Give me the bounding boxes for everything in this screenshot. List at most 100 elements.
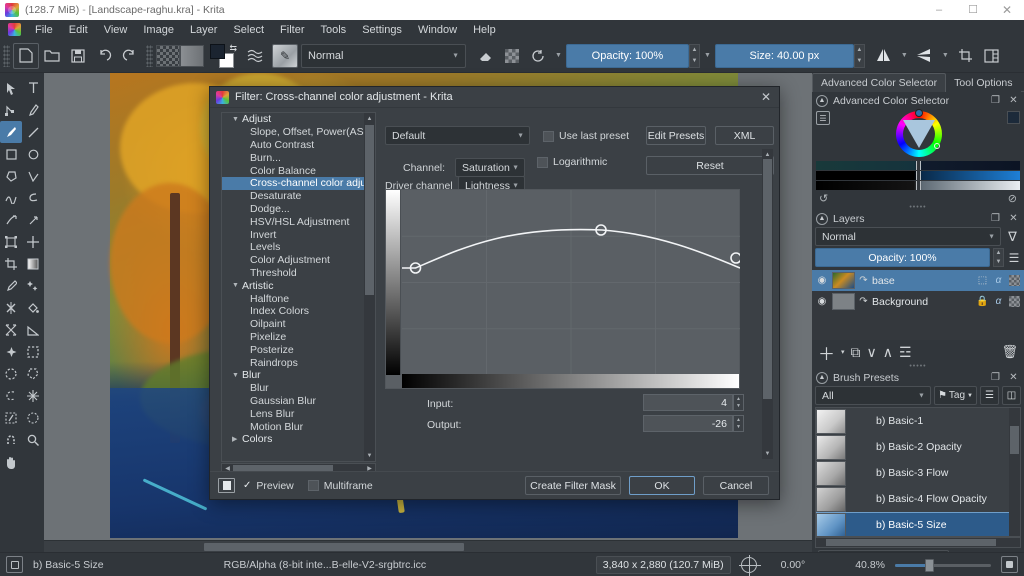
assistant-icon[interactable] [979, 43, 1005, 69]
bezier-select-tool[interactable] [22, 407, 44, 429]
filter-item-lens-blur[interactable]: Lens Blur [222, 407, 375, 420]
brush-presets-icon[interactable] [242, 43, 268, 69]
duplicate-layer-button[interactable]: ⧉ [851, 344, 861, 361]
input-value-field[interactable]: 4 [643, 394, 733, 411]
delete-layer-button[interactable]: 🗑 [1001, 344, 1018, 360]
opacity-dropdown-icon[interactable]: ▼ [700, 52, 715, 59]
dialog-close-button[interactable]: ✕ [759, 90, 773, 104]
reset-color-icon[interactable]: ↺ [819, 192, 828, 205]
similar-color-select-tool[interactable] [0, 407, 22, 429]
shade-strip-1[interactable] [816, 161, 1020, 170]
list-item[interactable]: b) Basic-2 Opacity [816, 434, 1020, 460]
filter-group-adjust[interactable]: ▼Adjust [222, 113, 375, 126]
move-layer-up-button[interactable]: ∧ [883, 344, 893, 361]
inherit-alpha-icon[interactable]: ↷ [858, 295, 869, 309]
brush-preset-icon[interactable]: ✎ [272, 44, 298, 68]
filter-item-hsv-hsl-adjustment[interactable]: HSV/HSL Adjustment [222, 215, 375, 228]
filter-item-desaturate[interactable]: Desaturate [222, 190, 375, 203]
undo-icon[interactable] [91, 43, 117, 69]
scroll-down-icon[interactable]: ▼ [364, 450, 375, 461]
line-tool[interactable] [22, 121, 44, 143]
add-layer-button[interactable]: ＋ [818, 340, 835, 365]
calligraphy-tool[interactable] [22, 99, 44, 121]
reference-images-tool[interactable] [0, 341, 22, 363]
dock-lock-icon[interactable]: ▲ [816, 95, 828, 107]
zoom-tool[interactable] [22, 429, 44, 451]
layer-opacity-spinner[interactable]: ▲▼ [993, 248, 1004, 267]
brush-presets-close-icon[interactable]: ✕ [1007, 371, 1020, 384]
saturation-marker[interactable] [934, 143, 940, 149]
brush-presets-lock-icon[interactable]: ▲ [816, 372, 828, 384]
scrollbar-thumb[interactable] [204, 543, 464, 551]
mirror-h-dropdown-icon[interactable]: ▼ [897, 52, 912, 59]
open-folder-icon[interactable] [39, 43, 65, 69]
text-tool[interactable] [22, 77, 44, 99]
close-button[interactable]: ✕ [990, 0, 1024, 20]
curve-canvas[interactable] [402, 190, 739, 375]
menu-select[interactable]: Select [225, 22, 272, 38]
filter-item-posterize[interactable]: Posterize [222, 343, 375, 356]
polygonal-select-tool[interactable] [22, 363, 44, 385]
menu-help[interactable]: Help [465, 22, 504, 38]
pan-rotate-icon[interactable] [741, 557, 757, 573]
fit-page-icon[interactable] [1001, 556, 1018, 573]
mirror-vertical-icon[interactable] [912, 43, 938, 69]
settings-pane-scrollbar[interactable]: ▲ ▼ [762, 149, 773, 459]
current-color-swatch[interactable] [1007, 111, 1020, 124]
dynamic-brush-tool[interactable] [0, 209, 22, 231]
maximize-button[interactable]: ☐ [956, 0, 990, 20]
zoom-slider[interactable] [895, 558, 991, 572]
app-menu-icon[interactable] [8, 23, 21, 36]
menu-window[interactable]: Window [410, 22, 465, 38]
curve-widget[interactable] [385, 189, 740, 389]
rectangular-select-tool[interactable] [22, 341, 44, 363]
filter-item-raindrops[interactable]: Raindrops [222, 356, 375, 369]
filter-item-levels[interactable]: Levels [222, 241, 375, 254]
move-layer-down-button[interactable]: ∨ [867, 344, 877, 361]
statusbar-rotation[interactable]: 0.00° [781, 559, 806, 571]
ok-button[interactable]: OK [629, 476, 695, 495]
filter-item-color-adjustment[interactable]: Color Adjustment [222, 254, 375, 267]
brush-presets-float-icon[interactable]: ❐ [989, 371, 1002, 384]
mirror-v-dropdown-icon[interactable]: ▼ [938, 52, 953, 59]
filter-list[interactable]: ▼Adjust Slope, Offset, Power(ASC Auto Co… [221, 112, 376, 462]
table-row[interactable]: ◉ ↷ base ⬚ α [812, 270, 1024, 291]
foreground-background-color[interactable]: ⇆ [210, 44, 236, 68]
xml-button[interactable]: XML [715, 126, 774, 145]
disable-color-icon[interactable]: ⊘ [1008, 192, 1017, 205]
redo-icon[interactable] [117, 43, 143, 69]
minimize-button[interactable]: – [922, 0, 956, 20]
layer-blend-mode-combo[interactable]: Normal ▼ [815, 227, 1001, 246]
contiguous-select-tool[interactable] [22, 385, 44, 407]
color-shade-strips[interactable] [816, 161, 1020, 190]
new-file-icon[interactable] [13, 43, 39, 69]
tab-tool-options[interactable]: Tool Options [946, 73, 1020, 92]
color-wheel[interactable] [896, 111, 942, 157]
menu-edit[interactable]: Edit [61, 22, 96, 38]
preset-combo[interactable]: Default ▼ [385, 126, 530, 145]
output-field-wrap[interactable]: -26 ▲▼ [643, 415, 744, 432]
output-spinner[interactable]: ▲▼ [733, 415, 744, 432]
layers-close-icon[interactable]: ✕ [1007, 212, 1020, 225]
menu-view[interactable]: View [96, 22, 136, 38]
freehand-path-tool[interactable] [22, 187, 44, 209]
smart-patch-tool[interactable] [0, 297, 22, 319]
save-icon[interactable] [65, 43, 91, 69]
canvas-horizontal-scrollbar[interactable] [44, 540, 812, 552]
crop-tool[interactable] [0, 253, 22, 275]
size-slider[interactable]: Size: 40.00 px [715, 44, 854, 68]
polyline-tool[interactable] [22, 165, 44, 187]
reset-button[interactable]: Reset [646, 156, 774, 175]
measure-tool[interactable] [22, 319, 44, 341]
tag-button[interactable]: ⚑ Tag ▼ [934, 386, 977, 405]
float-icon[interactable]: ❐ [989, 94, 1002, 107]
layers-menu-icon[interactable]: ☰ [1007, 251, 1021, 265]
list-item[interactable]: b) Basic-1 [816, 408, 1020, 434]
preset-list-hscrollbar[interactable] [815, 537, 1021, 548]
preset-list-scrollbar[interactable] [1009, 408, 1020, 536]
filter-item-pixelize[interactable]: Pixelize [222, 331, 375, 344]
layers-float-icon[interactable]: ❐ [989, 212, 1002, 225]
create-filter-mask-button[interactable]: Create Filter Mask [525, 476, 621, 495]
menu-tools[interactable]: Tools [313, 22, 355, 38]
brush-presets-list[interactable]: b) Basic-1 b) Basic-2 Opacity b) Basic-3… [815, 407, 1021, 537]
